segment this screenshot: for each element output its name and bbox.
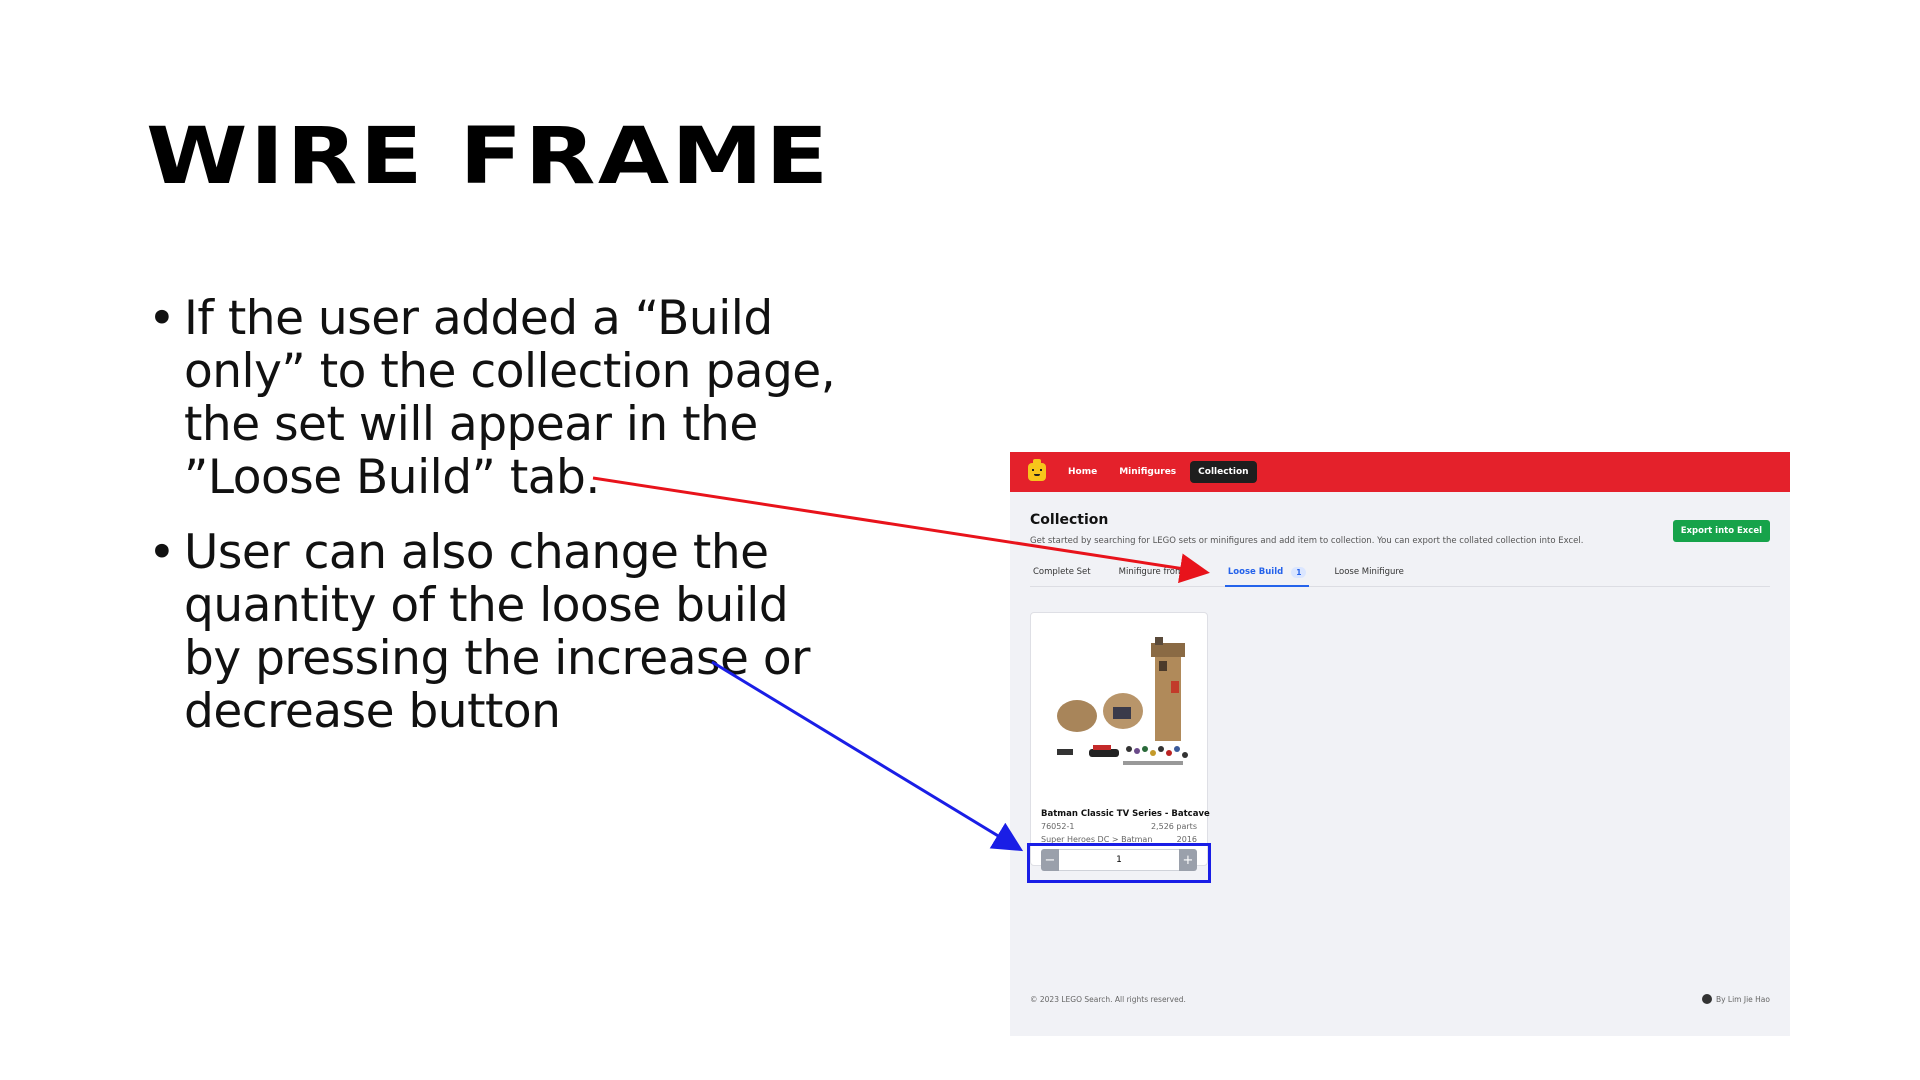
tab-label: Minifigure from Set (1118, 567, 1200, 577)
set-parts: 2,526 parts (1150, 822, 1197, 831)
set-card: Batman Classic TV Series - Batcave 76052… (1030, 612, 1210, 871)
bullet-glyph: • (148, 291, 176, 346)
bullet-text: If the user added a “Build only” to the … (184, 291, 836, 505)
bullet-text: User can also change the quantity of the… (184, 525, 810, 739)
nav-minifigures[interactable]: Minifigures (1111, 461, 1184, 483)
nav-home[interactable]: Home (1060, 461, 1105, 483)
github-icon (1701, 994, 1712, 1004)
author-name: By Lim Jie Hao (1715, 994, 1770, 1004)
tab-loose-build[interactable]: Loose Build 1 (1224, 562, 1310, 587)
export-excel-button[interactable]: Export into Excel (1672, 520, 1770, 542)
tab-count-badge: 1 (1291, 566, 1307, 578)
bullet-item: • User can also change the quantity of th… (148, 526, 848, 738)
set-number: 76052-1 (1041, 822, 1075, 831)
tab-loose-minifigure[interactable]: Loose Minifigure (1331, 562, 1406, 586)
nav-collection[interactable]: Collection (1190, 461, 1257, 483)
lego-head-icon[interactable] (1028, 459, 1046, 481)
set-image (1037, 621, 1201, 791)
footer-author[interactable]: By Lim Jie Hao (1701, 994, 1770, 1004)
tab-label: Complete Set (1033, 567, 1091, 577)
top-navbar: Home Minifigures Collection (1010, 452, 1790, 492)
bullet-glyph: • (148, 525, 176, 580)
collection-tabs: Complete Set Minifigure from Set Loose B… (1030, 562, 1770, 587)
page-title: Collection (1030, 512, 1109, 528)
app-screenshot: Home Minifigures Collection Collection G… (1010, 452, 1790, 1036)
footer-copyright: © 2023 LEGO Search. All rights reserved. (1030, 995, 1186, 1004)
bullet-item: • If the user added a “Build only” to the… (148, 292, 848, 504)
tab-label: Loose Minifigure (1334, 567, 1404, 577)
tab-complete-set[interactable]: Complete Set (1030, 562, 1094, 586)
tab-label: Loose Build (1227, 567, 1284, 577)
set-name: Batman Classic TV Series - Batcave (1041, 809, 1210, 819)
set-meta-row: 76052-1 2,526 parts (1041, 822, 1197, 831)
page-description: Get started by searching for LEGO sets o… (1030, 536, 1584, 546)
tab-minifigure-from-set[interactable]: Minifigure from Set (1116, 562, 1203, 586)
stepper-highlight-box (1027, 843, 1211, 883)
bullet-list: • If the user added a “Build only” to the… (148, 292, 848, 760)
slide-title: Wire Frame (146, 112, 831, 202)
